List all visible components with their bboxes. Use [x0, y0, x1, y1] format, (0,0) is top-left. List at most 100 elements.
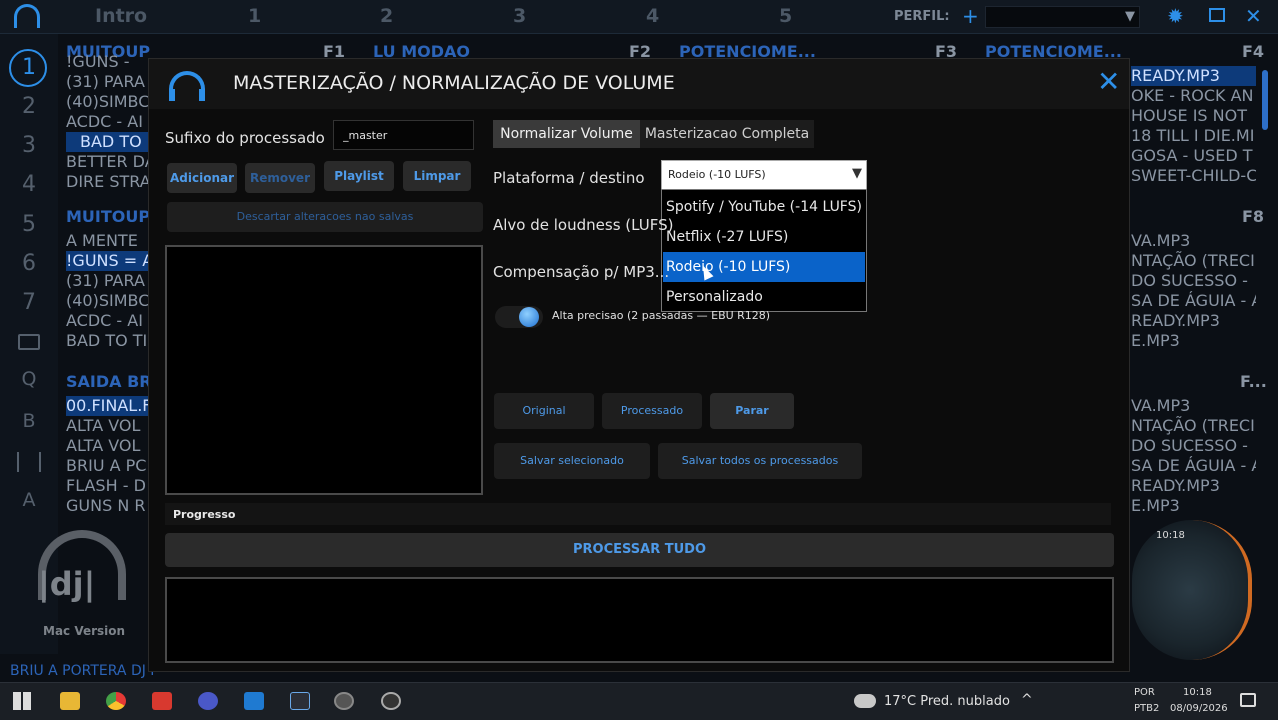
playlist-button[interactable]: Playlist — [324, 161, 394, 191]
list-item[interactable]: FLASH - D — [66, 476, 148, 496]
list-item[interactable]: HOUSE IS NOT — [1131, 106, 1256, 126]
suffix-input[interactable] — [333, 120, 474, 150]
chrome-icon[interactable] — [106, 692, 126, 710]
list-item[interactable]: OKE - ROCK AN — [1131, 86, 1256, 106]
tab-5[interactable]: 5 — [779, 5, 792, 27]
close-app-icon[interactable]: ✕ — [1245, 4, 1262, 28]
list-item[interactable]: SWEET-CHILD-C — [1131, 166, 1256, 186]
deck-header-5[interactable]: MUITOUP — [66, 207, 150, 226]
tab-1[interactable]: 1 — [248, 5, 261, 27]
tab-intro[interactable]: Intro — [95, 5, 147, 27]
save-selected-button[interactable]: Salvar selecionado — [494, 443, 650, 479]
app-logo-icon[interactable] — [14, 4, 40, 28]
tab-full-mastering[interactable]: Masterizacao Completa — [640, 120, 814, 148]
track-list[interactable] — [165, 245, 483, 495]
autocad-icon[interactable] — [290, 692, 310, 710]
taskbar-date[interactable]: 08/09/2026 — [1170, 703, 1228, 714]
processed-button[interactable]: Processado — [602, 393, 702, 429]
save-all-button[interactable]: Salvar todos os processados — [658, 443, 862, 479]
discard-changes-button[interactable]: Descartar alteracoes nao salvas — [167, 202, 483, 232]
lang-line-1[interactable]: POR — [1134, 687, 1155, 698]
nav-item-q[interactable]: Q — [0, 368, 58, 390]
list-item[interactable]: (31) PARA — [66, 72, 148, 92]
tab-4[interactable]: 4 — [646, 5, 659, 27]
list-item[interactable]: GUNS N R — [66, 496, 148, 516]
platform-select[interactable]: Rodeio (-10 LUFS) ▼ — [661, 160, 867, 190]
nav-item-2[interactable]: 2 — [0, 94, 58, 119]
nav-item-a[interactable]: A — [0, 489, 58, 511]
nav-item-3[interactable]: 3 — [0, 133, 58, 158]
recorder-icon[interactable] — [381, 692, 401, 710]
list-item[interactable]: (40)SIMBC — [66, 92, 148, 112]
notifications-icon[interactable] — [1240, 693, 1256, 707]
process-all-button[interactable]: PROCESSAR TUDO — [165, 533, 1114, 567]
taskbar-time[interactable]: 10:18 — [1183, 687, 1212, 698]
list-item[interactable]: !GUNS = A — [66, 251, 148, 271]
list-item[interactable]: BAD TO TI — [66, 331, 148, 351]
list-item[interactable]: DO SUCESSO - — [1131, 436, 1256, 456]
list-item[interactable]: BAD TO — [66, 132, 148, 152]
option-spotify[interactable]: Spotify / YouTube (-14 LUFS) — [663, 192, 865, 222]
option-custom[interactable]: Personalizado — [663, 282, 865, 312]
app-icon[interactable] — [198, 692, 218, 710]
profile-select[interactable]: ▼ — [985, 6, 1140, 28]
list-item[interactable]: 00.FINAL.F — [66, 396, 148, 416]
add-profile-icon[interactable]: + — [962, 4, 979, 28]
list-item[interactable]: 18 TILL I DIE.MI — [1131, 126, 1256, 146]
tray-chevron-icon[interactable]: ^ — [1021, 692, 1033, 708]
list-item[interactable]: ALTA VOL — [66, 416, 148, 436]
list-item[interactable]: !GUNS - — [66, 52, 148, 72]
list-item[interactable]: ACDC - AI — [66, 311, 148, 331]
windows-start-icon[interactable] — [13, 692, 31, 710]
nav-item-5[interactable]: 5 — [0, 212, 58, 237]
list-item[interactable]: SA DE ÁGUIA - A — [1131, 456, 1256, 476]
list-item[interactable]: A MENTE — [66, 231, 148, 251]
add-button[interactable]: Adicionar — [167, 163, 237, 193]
anydesk-icon[interactable] — [152, 692, 172, 710]
list-item[interactable]: ACDC - AI — [66, 112, 148, 132]
list-item[interactable]: READY.MP3 — [1131, 66, 1256, 86]
nav-item-6[interactable]: 6 — [0, 251, 58, 276]
list-item[interactable]: NTAÇÃO (TRECI — [1131, 251, 1256, 271]
list-item[interactable]: (40)SIMBC — [66, 291, 148, 311]
option-rodeio[interactable]: Rodeio (-10 LUFS) — [663, 252, 865, 282]
nav-item-7[interactable]: 7 — [0, 290, 58, 315]
list-item[interactable]: VA.MP3 — [1131, 396, 1256, 416]
list-item[interactable]: (31) PARA — [66, 271, 148, 291]
list-item[interactable]: DO SUCESSO - — [1131, 271, 1256, 291]
list-item[interactable]: BETTER DA — [66, 152, 148, 172]
list-item[interactable]: ALTA VOL — [66, 436, 148, 456]
lang-line-2[interactable]: PTB2 — [1134, 703, 1159, 714]
vscode-icon[interactable] — [244, 692, 264, 710]
tab-2[interactable]: 2 — [380, 5, 393, 27]
clear-button[interactable]: Limpar — [403, 161, 471, 191]
list-item[interactable]: E.MP3 — [1131, 496, 1256, 516]
stop-button[interactable]: Parar — [710, 393, 794, 429]
nav-item-1[interactable]: 1 — [0, 55, 58, 80]
tab-3[interactable]: 3 — [513, 5, 526, 27]
settings-icon[interactable]: ✹ — [1167, 4, 1184, 28]
close-icon[interactable]: ✕ — [1097, 65, 1120, 98]
original-button[interactable]: Original — [494, 393, 594, 429]
jog-wheel[interactable] — [1132, 520, 1252, 660]
list-item[interactable]: READY.MP3 — [1131, 476, 1256, 496]
nav-item-b[interactable]: B — [0, 410, 58, 432]
list-item[interactable]: BRIU A PC — [66, 456, 148, 476]
folder-icon[interactable] — [18, 334, 40, 350]
scrollbar[interactable] — [1262, 70, 1268, 130]
list-item[interactable]: READY.MP3 — [1131, 311, 1256, 331]
list-item[interactable]: SA DE ÁGUIA - A — [1131, 291, 1256, 311]
list-item[interactable]: VA.MP3 — [1131, 231, 1256, 251]
nav-item-4[interactable]: 4 — [0, 172, 58, 197]
remove-button[interactable]: Remover — [245, 163, 315, 193]
list-item[interactable]: E.MP3 — [1131, 331, 1256, 351]
deck-header-6[interactable]: SAIDA BR — [66, 372, 152, 391]
weather-text[interactable]: 17°C Pred. nublado — [884, 694, 1010, 709]
list-item[interactable]: DIRE STRA — [66, 172, 148, 192]
list-item[interactable]: GOSA - USED T — [1131, 146, 1256, 166]
file-explorer-icon[interactable] — [60, 692, 80, 710]
maximize-icon[interactable] — [1209, 8, 1225, 22]
option-netflix[interactable]: Netflix (-27 LUFS) — [663, 222, 865, 252]
mixer-icon[interactable] — [17, 452, 41, 472]
list-item[interactable]: NTAÇÃO (TRECI — [1131, 416, 1256, 436]
